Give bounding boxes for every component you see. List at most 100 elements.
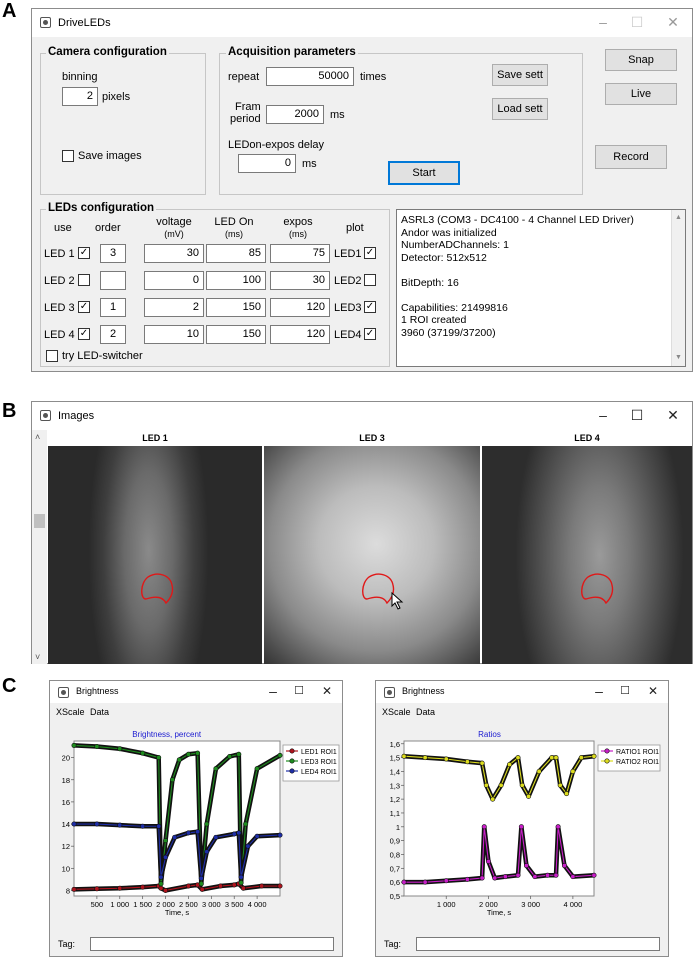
led-use-checkbox[interactable]: ✓ [78,301,90,313]
data-point [217,883,223,889]
led-voltage-input[interactable]: 2 [144,298,204,317]
live-button[interactable]: Live [605,83,677,105]
data-point [185,883,191,889]
data-point [553,755,559,761]
images-scrollbar[interactable]: ˄ ˅ [32,430,47,664]
leds-config-title: LEDs configuration [46,202,157,214]
data-point [195,750,201,756]
tag-input[interactable] [416,937,660,951]
data-point [245,843,251,849]
data-point [117,746,123,752]
data-point [553,872,559,878]
led-voltage-input[interactable]: 10 [144,325,204,344]
x-axis-label: Time, s [487,908,512,917]
brightness-titlebar: Brightness – ☐ ✕ [50,681,342,703]
led-order-input[interactable] [100,271,126,290]
scroll-down-icon[interactable]: ▼ [675,352,682,365]
repeat-input[interactable]: 50000 [266,67,354,86]
camera-image[interactable] [48,446,262,664]
roi-outline[interactable] [482,446,692,664]
minimize-icon[interactable]: – [588,682,610,700]
y-tick-label: 20 [62,754,70,763]
led-use-checkbox[interactable]: ✓ [78,328,90,340]
load-settings-button[interactable]: Load sett [492,98,548,120]
data-point [545,872,551,878]
snap-button[interactable]: Snap [605,49,677,71]
led-plot-checkbox[interactable] [364,274,376,286]
camera-image[interactable] [264,446,480,664]
brightness-chart: Brightness, percent 8 10 12 14 16 18 20 500 1 000… [62,730,340,917]
scroll-down-icon[interactable]: ˅ [35,652,40,662]
close-icon[interactable]: ✕ [316,682,338,700]
led-on-input[interactable]: 85 [206,244,266,263]
save-images-checkbox[interactable] [62,150,74,162]
close-icon[interactable]: ✕ [642,682,664,700]
close-icon[interactable]: ✕ [662,13,684,31]
maximize-icon[interactable]: ☐ [288,682,310,700]
roi-outline[interactable] [264,446,480,664]
data-point [485,858,491,864]
led-expos-input[interactable]: 120 [270,298,330,317]
driveleds-titlebar: DriveLEDs – ☐ ✕ [32,9,692,37]
close-icon[interactable]: ✕ [662,406,684,424]
panel-label-b: B [2,400,17,422]
menu-data[interactable]: Data [416,707,435,717]
maximize-icon[interactable]: ☐ [626,13,648,31]
led-on-input[interactable]: 100 [206,271,266,290]
led-on-input[interactable]: 150 [206,325,266,344]
maximize-icon[interactable]: ☐ [626,406,648,424]
camera-image[interactable] [482,446,692,664]
data-point [422,755,428,761]
binning-input[interactable]: 2 [62,87,98,106]
led-use-checkbox[interactable]: ✓ [78,247,90,259]
frame-period-input[interactable]: 2000 [266,105,324,124]
led-expos-input[interactable]: 75 [270,244,330,263]
data-point [243,821,249,827]
led-plot-checkbox[interactable]: ✓ [364,301,376,313]
log-scrollbar[interactable]: ▲ ▼ [671,210,685,366]
led-use-checkbox[interactable] [78,274,90,286]
save-settings-button[interactable]: Save sett [492,64,548,86]
data-point [483,782,489,788]
menu-xscale[interactable]: XScale [382,707,411,717]
menu-xscale[interactable]: XScale [56,707,85,717]
led-order-input[interactable]: 2 [100,325,126,344]
menu-data[interactable]: Data [90,707,109,717]
try-led-switcher-checkbox[interactable] [46,350,58,362]
data-point [549,755,555,761]
scroll-up-icon[interactable]: ▲ [675,212,682,225]
start-button[interactable]: Start [388,161,460,185]
tag-input[interactable] [90,937,334,951]
data-point [254,833,260,839]
x-tick-label: 4 000 [563,900,582,909]
data-point [117,822,123,828]
led-voltage-input[interactable]: 30 [144,244,204,263]
led-voltage-input[interactable]: 0 [144,271,204,290]
data-point [518,824,524,830]
minimize-icon[interactable]: – [592,13,614,31]
led-expos-input[interactable]: 30 [270,271,330,290]
minimize-icon[interactable]: – [262,682,284,700]
data-point [94,821,100,827]
roi-outline[interactable] [48,446,262,664]
delay-input[interactable]: 0 [238,154,296,173]
led-plot-checkbox[interactable]: ✓ [364,328,376,340]
led-plot-name: LED1 [334,248,362,260]
led-on-input[interactable]: 150 [206,298,266,317]
data-point [481,824,487,830]
led-expos-input[interactable]: 120 [270,325,330,344]
led-order-input[interactable]: 1 [100,298,126,317]
scroll-thumb[interactable] [34,514,45,528]
maximize-icon[interactable]: ☐ [614,682,636,700]
y-tick-label: 1,2 [390,795,400,804]
data-point [277,752,283,758]
minimize-icon[interactable]: – [592,406,614,424]
led-order-input[interactable]: 3 [100,244,126,263]
record-button[interactable]: Record [595,145,667,169]
data-point [117,885,123,891]
legend-swatch-marker [289,768,295,774]
led-plot-checkbox[interactable]: ✓ [364,247,376,259]
scroll-up-icon[interactable]: ˄ [35,432,40,442]
legend-entry: RATIO2 ROI1 [616,759,659,766]
y-tick-label: 16 [62,798,70,807]
